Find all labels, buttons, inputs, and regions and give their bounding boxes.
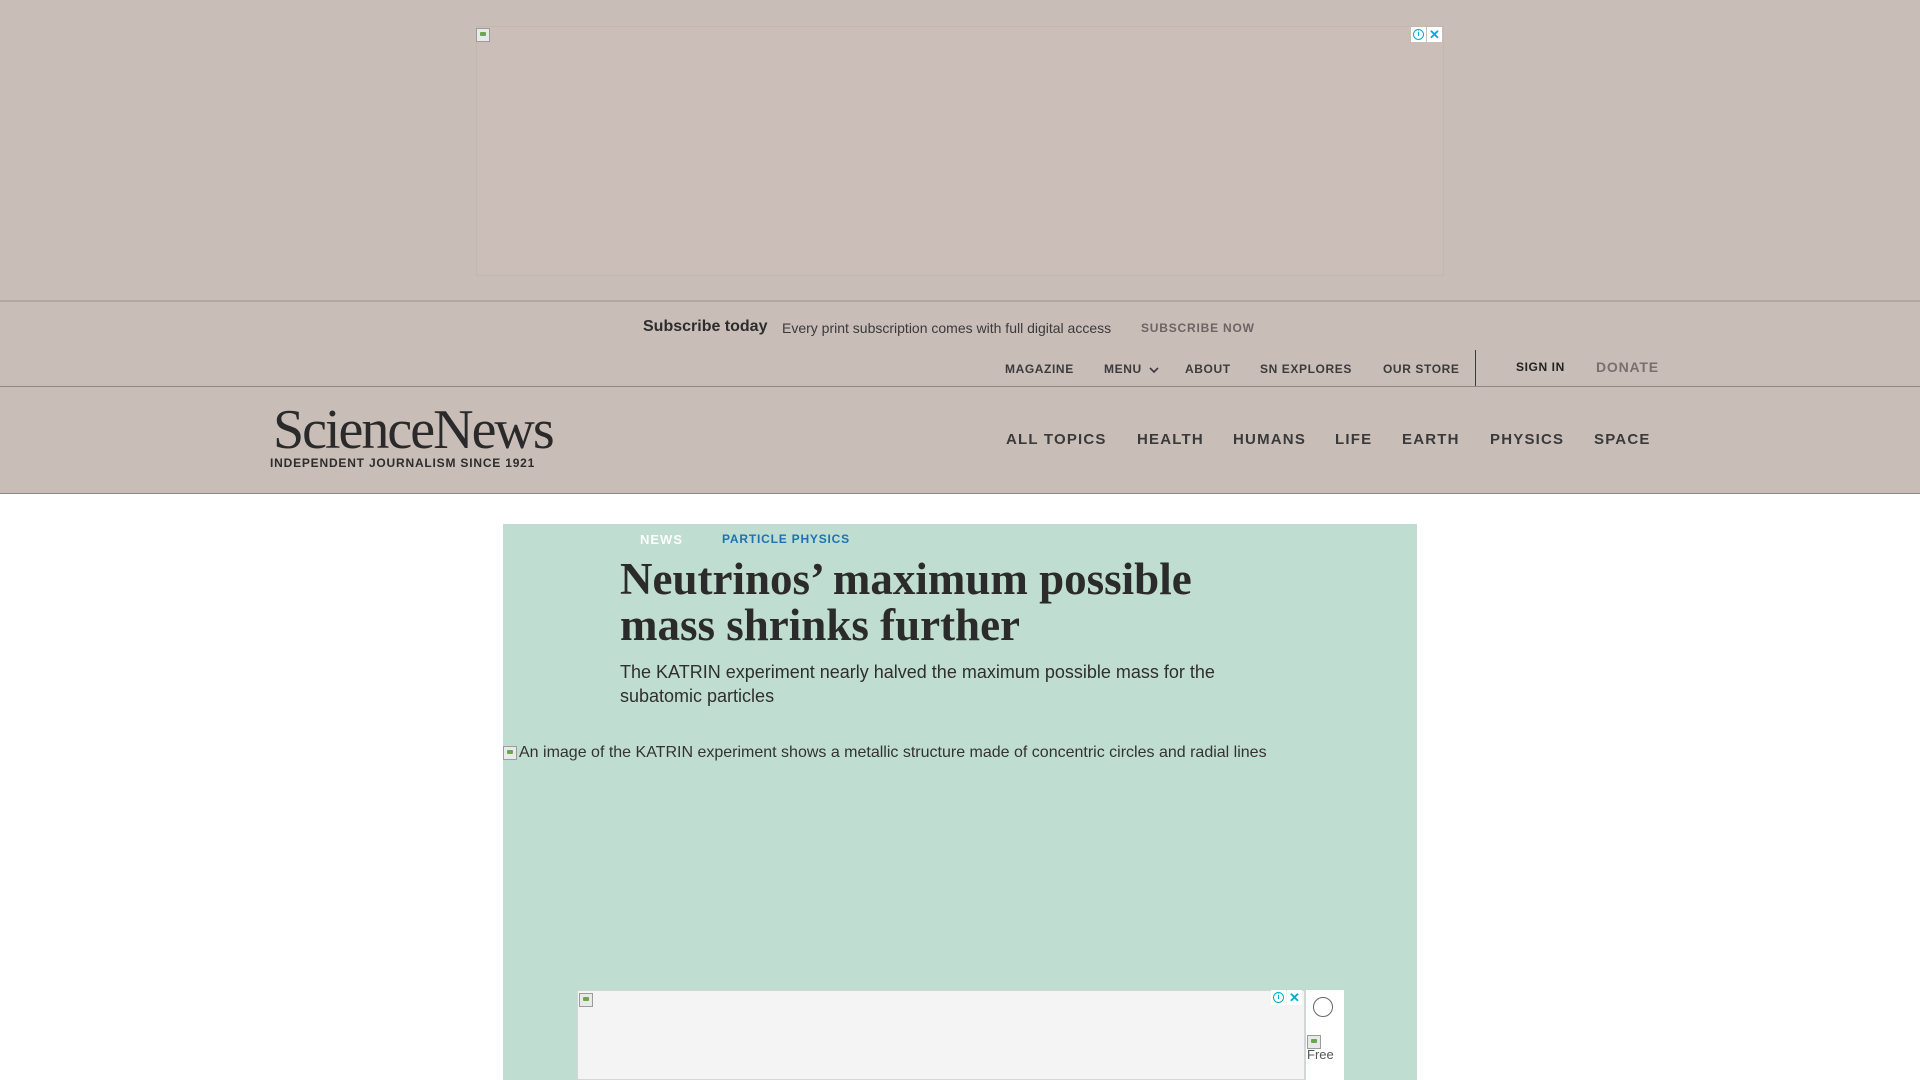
- broken-image-icon: [503, 746, 517, 760]
- subscribe-description: Every print subscription comes with full…: [782, 320, 1112, 336]
- nav-health[interactable]: HEALTH: [1137, 431, 1204, 448]
- header-divider: [0, 300, 1920, 302]
- header-divider: [0, 386, 1920, 387]
- site-tagline: INDEPENDENT JOURNALISM SINCE 1921: [270, 456, 536, 470]
- hero-image-alt-text: An image of the KATRIN experiment shows …: [519, 744, 1267, 761]
- subscribe-bar: Subscribe today Every print subscription…: [0, 314, 1920, 340]
- sign-in-link[interactable]: SIGN IN: [1516, 360, 1565, 374]
- donate-link[interactable]: DONATE: [1596, 359, 1659, 375]
- nav-physics[interactable]: PHYSICS: [1490, 431, 1564, 448]
- site-logo[interactable]: ScienceNews: [273, 400, 555, 460]
- nav-life[interactable]: LIFE: [1335, 431, 1372, 448]
- nav-about-link[interactable]: ABOUT: [1185, 362, 1231, 376]
- nav-humans[interactable]: HUMANS: [1233, 431, 1306, 448]
- article-kicker[interactable]: NEWS: [640, 532, 683, 547]
- article-dek: The KATRIN experiment nearly halved the …: [620, 662, 1215, 706]
- side-ad-text: Free: [1307, 1047, 1334, 1062]
- close-icon[interactable]: ✕: [1427, 27, 1442, 42]
- hero-image: An image of the KATRIN experiment shows …: [503, 744, 1403, 762]
- broken-image-icon: [476, 28, 490, 42]
- nav-our-store-link[interactable]: OUR STORE: [1383, 362, 1460, 376]
- nav-all-topics[interactable]: ALL TOPICS: [1006, 431, 1107, 448]
- subscribe-heading: Subscribe today: [643, 318, 768, 335]
- circle-icon[interactable]: [1313, 997, 1333, 1017]
- adchoices-icon[interactable]: i: [1271, 990, 1286, 1005]
- article-topic-link[interactable]: PARTICLE PHYSICS: [722, 532, 850, 546]
- nav-space[interactable]: SPACE: [1594, 431, 1651, 448]
- top-ad-frame[interactable]: [476, 26, 1444, 276]
- top-ad-banner[interactable]: i ✕: [0, 0, 1920, 300]
- chevron-down-icon: [1149, 367, 1159, 373]
- nav-divider: [1475, 350, 1476, 386]
- bottom-ad-banner[interactable]: [577, 990, 1305, 1080]
- article-headline: Neutrinos’ maximum possible mass shrinks…: [620, 554, 1192, 650]
- menu-label: MENU: [1104, 362, 1142, 376]
- broken-image-icon: [579, 993, 593, 1007]
- adchoices-icon[interactable]: i: [1411, 27, 1426, 42]
- header-divider: [0, 493, 1920, 494]
- close-icon[interactable]: ✕: [1287, 990, 1302, 1005]
- nav-menu-button[interactable]: MENU: [1104, 362, 1159, 376]
- subscribe-now-link[interactable]: SUBSCRIBE NOW: [1141, 321, 1255, 335]
- nav-earth[interactable]: EARTH: [1402, 431, 1460, 448]
- nav-sn-explores-link[interactable]: SN EXPLORES: [1260, 362, 1352, 376]
- nav-magazine-link[interactable]: MAGAZINE: [1005, 362, 1074, 376]
